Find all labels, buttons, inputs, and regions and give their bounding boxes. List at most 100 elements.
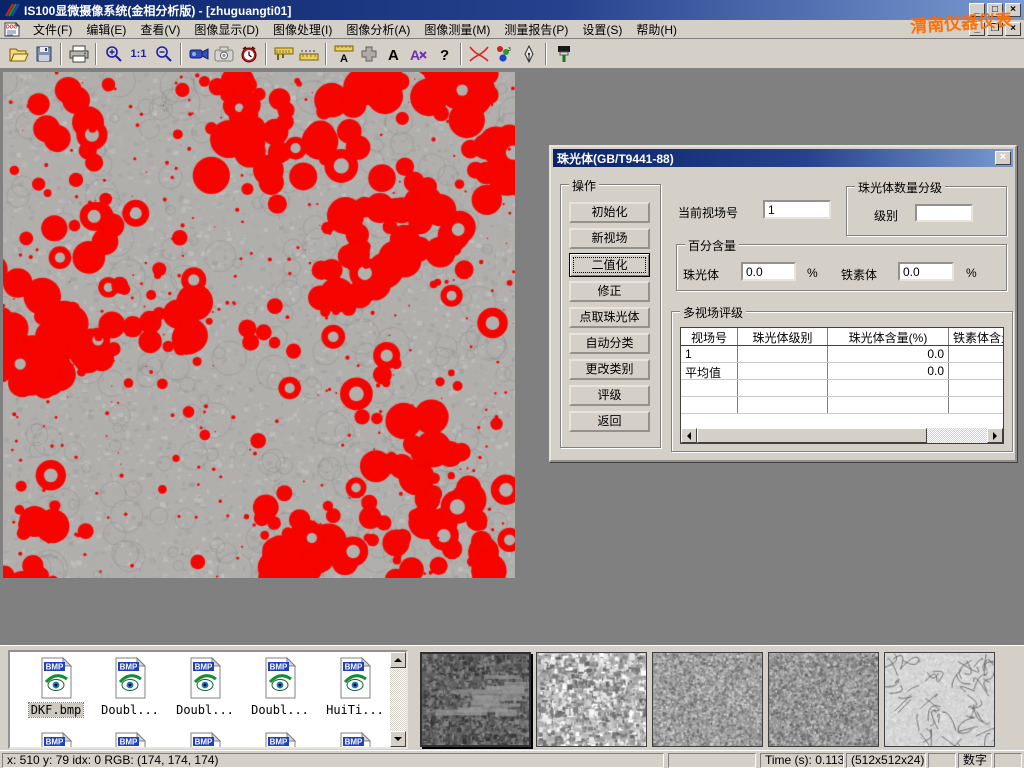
scroll-right-icon[interactable] <box>987 428 1003 443</box>
cell: 平均值 <box>681 363 738 379</box>
thumbnail-4[interactable] <box>768 652 879 747</box>
ruler-button[interactable] <box>296 42 321 66</box>
scrollbar-thumb[interactable] <box>697 428 927 443</box>
grade-group: 珠光体数量分级 级别 <box>846 186 1007 236</box>
file-item[interactable]: BMP <box>319 732 391 749</box>
thumbnail-3[interactable] <box>652 652 763 747</box>
scroll-down-icon[interactable] <box>390 731 406 747</box>
menu-image-display[interactable]: 图像显示(D) <box>187 19 266 40</box>
save-button[interactable] <box>31 42 56 66</box>
grade-input[interactable] <box>915 204 973 222</box>
thumbnail-1[interactable] <box>420 652 531 747</box>
phase-dots-button[interactable]: 3 <box>491 42 516 66</box>
rate-button[interactable]: 评级 <box>569 385 650 406</box>
file-item[interactable]: BMP <box>94 732 166 749</box>
ferrite-label: 铁素体 <box>841 266 877 283</box>
svg-text:BMP: BMP <box>270 738 288 747</box>
text-delete-button[interactable]: A <box>406 42 431 66</box>
toolbar-separator <box>265 43 267 65</box>
file-list-scrollbar[interactable] <box>390 652 406 747</box>
cross-marker-button[interactable] <box>356 42 381 66</box>
file-item[interactable]: BMP Doubl... <box>169 657 241 717</box>
camera-button[interactable] <box>211 42 236 66</box>
bmp-file-icon: BMP <box>263 657 297 699</box>
file-item[interactable]: BMP <box>244 732 316 749</box>
menu-report[interactable]: 测量报告(P) <box>497 19 575 40</box>
file-item[interactable]: BMP <box>169 732 241 749</box>
new-field-button[interactable]: 新视场 <box>569 228 650 249</box>
help-button[interactable]: ? <box>431 42 456 66</box>
file-item[interactable]: BMP Doubl... <box>94 657 166 717</box>
auto-classify-button[interactable]: 自动分类 <box>569 333 650 354</box>
thumbnail-2[interactable] <box>536 652 647 747</box>
scrollbar-track[interactable] <box>927 428 987 443</box>
metallographic-image[interactable] <box>3 72 515 578</box>
grade-group-label: 珠光体数量分级 <box>855 179 945 196</box>
file-item[interactable]: BMP DKF.bmp <box>20 657 92 717</box>
menu-image-process[interactable]: 图像处理(I) <box>266 19 339 40</box>
print-button[interactable] <box>66 42 91 66</box>
binarize-button[interactable]: 二值化 <box>569 253 650 277</box>
menu-file[interactable]: 文件(F) <box>26 19 79 40</box>
zoom-out-button[interactable] <box>151 42 176 66</box>
menu-image-measure[interactable]: 图像测量(M) <box>417 19 497 40</box>
svg-text:A: A <box>340 53 348 63</box>
svg-text:BMP: BMP <box>46 738 64 747</box>
zoom-in-button[interactable] <box>101 42 126 66</box>
cell: 0.0 <box>828 363 949 379</box>
menu-settings[interactable]: 设置(S) <box>575 19 629 40</box>
thumbnail-5[interactable] <box>884 652 995 747</box>
menu-help[interactable]: 帮助(H) <box>629 19 684 40</box>
open-button[interactable] <box>6 42 31 66</box>
child-restore-button[interactable]: ❐ <box>987 22 1003 36</box>
child-minimize-button[interactable]: _ <box>969 22 985 36</box>
multi-field-group-label: 多视场评级 <box>680 304 746 321</box>
svg-text:BMP: BMP <box>46 663 64 672</box>
change-class-button[interactable]: 更改类别 <box>569 359 650 380</box>
maximize-button[interactable]: □ <box>987 3 1003 17</box>
ferrite-percent-input[interactable] <box>898 262 954 281</box>
file-item[interactable]: BMP <box>20 732 92 749</box>
table-row[interactable] <box>681 397 1003 414</box>
minimize-button[interactable]: _ <box>969 3 985 17</box>
caliper-button[interactable] <box>271 42 296 66</box>
table-row[interactable]: 1 0.0 <box>681 346 1003 363</box>
cell <box>738 346 828 362</box>
correct-button[interactable]: 修正 <box>569 281 650 302</box>
measure-text-button[interactable]: A <box>331 42 356 66</box>
curve-measure-button[interactable] <box>466 42 491 66</box>
rating-table: 视场号 珠光体级别 珠光体含量(%) 铁素体含量(%) 1 0.0 平均值 <box>680 327 1004 444</box>
cell: 1 <box>681 346 738 362</box>
bmp-file-icon: BMP <box>188 732 222 749</box>
pearlite-percent-input[interactable] <box>741 262 796 281</box>
dialog-title-bar[interactable]: 珠光体(GB/T9441-88) × <box>553 149 1013 167</box>
return-button[interactable]: 返回 <box>569 411 650 432</box>
video-camera-button[interactable] <box>186 42 211 66</box>
table-row[interactable]: 平均值 0.0 <box>681 363 1003 380</box>
status-panel-empty <box>994 753 1022 768</box>
pick-pearlite-button[interactable]: 点取珠光体 <box>569 307 650 328</box>
file-item[interactable]: BMP Doubl... <box>244 657 316 717</box>
child-close-button[interactable]: × <box>1005 22 1021 36</box>
initialize-button[interactable]: 初始化 <box>569 202 650 223</box>
menu-edit[interactable]: 编辑(E) <box>79 19 133 40</box>
ferrite-percent-sign: % <box>966 266 977 280</box>
pen-button[interactable] <box>516 42 541 66</box>
text-label-button[interactable]: A <box>381 42 406 66</box>
timer-button[interactable] <box>236 42 261 66</box>
actual-size-button[interactable]: 1:1 <box>126 42 151 66</box>
file-item[interactable]: BMP HuiTi... <box>319 657 391 717</box>
menu-view[interactable]: 查看(V) <box>133 19 187 40</box>
brush-button[interactable] <box>551 42 576 66</box>
current-field-input[interactable] <box>763 200 831 219</box>
close-button[interactable]: × <box>1005 3 1021 17</box>
bmp-file-icon: BMP <box>338 657 372 699</box>
table-horizontal-scrollbar[interactable] <box>681 428 1003 443</box>
file-list: BMP DKF.bmp BMP Doubl... BMP Doubl... BM… <box>8 650 408 749</box>
cell <box>738 397 828 413</box>
scroll-up-icon[interactable] <box>390 652 406 668</box>
dialog-close-button[interactable]: × <box>995 151 1011 165</box>
menu-image-analysis[interactable]: 图像分析(A) <box>339 19 417 40</box>
table-row[interactable] <box>681 380 1003 397</box>
scroll-left-icon[interactable] <box>681 428 697 443</box>
